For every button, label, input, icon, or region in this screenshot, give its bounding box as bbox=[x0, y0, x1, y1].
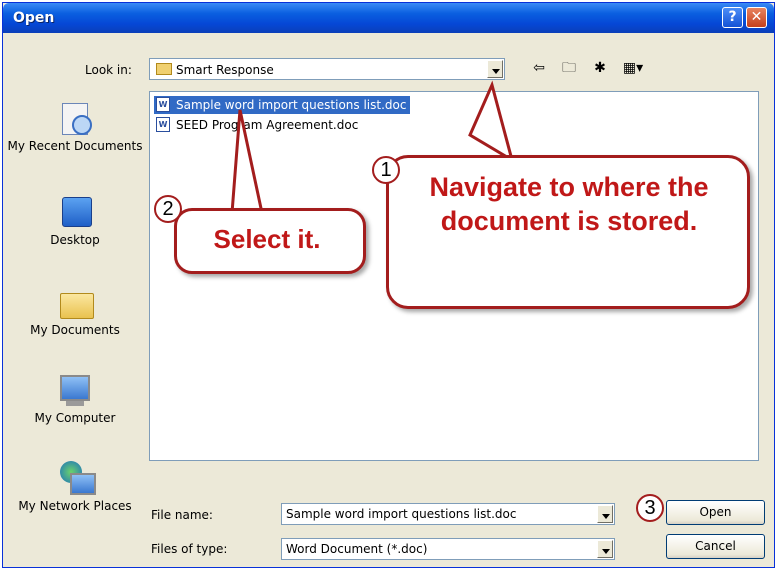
callout-navigate-text: Navigate to where the document is stored… bbox=[429, 172, 709, 236]
callout-2-pointer bbox=[230, 109, 264, 215]
callout-select-text: Select it. bbox=[213, 224, 321, 254]
callout-navigate: Navigate to where the document is stored… bbox=[386, 155, 750, 309]
callout-number-3: 3 bbox=[636, 494, 664, 522]
callout-select: Select it. bbox=[174, 208, 366, 274]
callout-1-pointer bbox=[468, 80, 515, 164]
callout-number-1: 1 bbox=[372, 156, 400, 184]
callout-number-2: 2 bbox=[154, 195, 182, 223]
